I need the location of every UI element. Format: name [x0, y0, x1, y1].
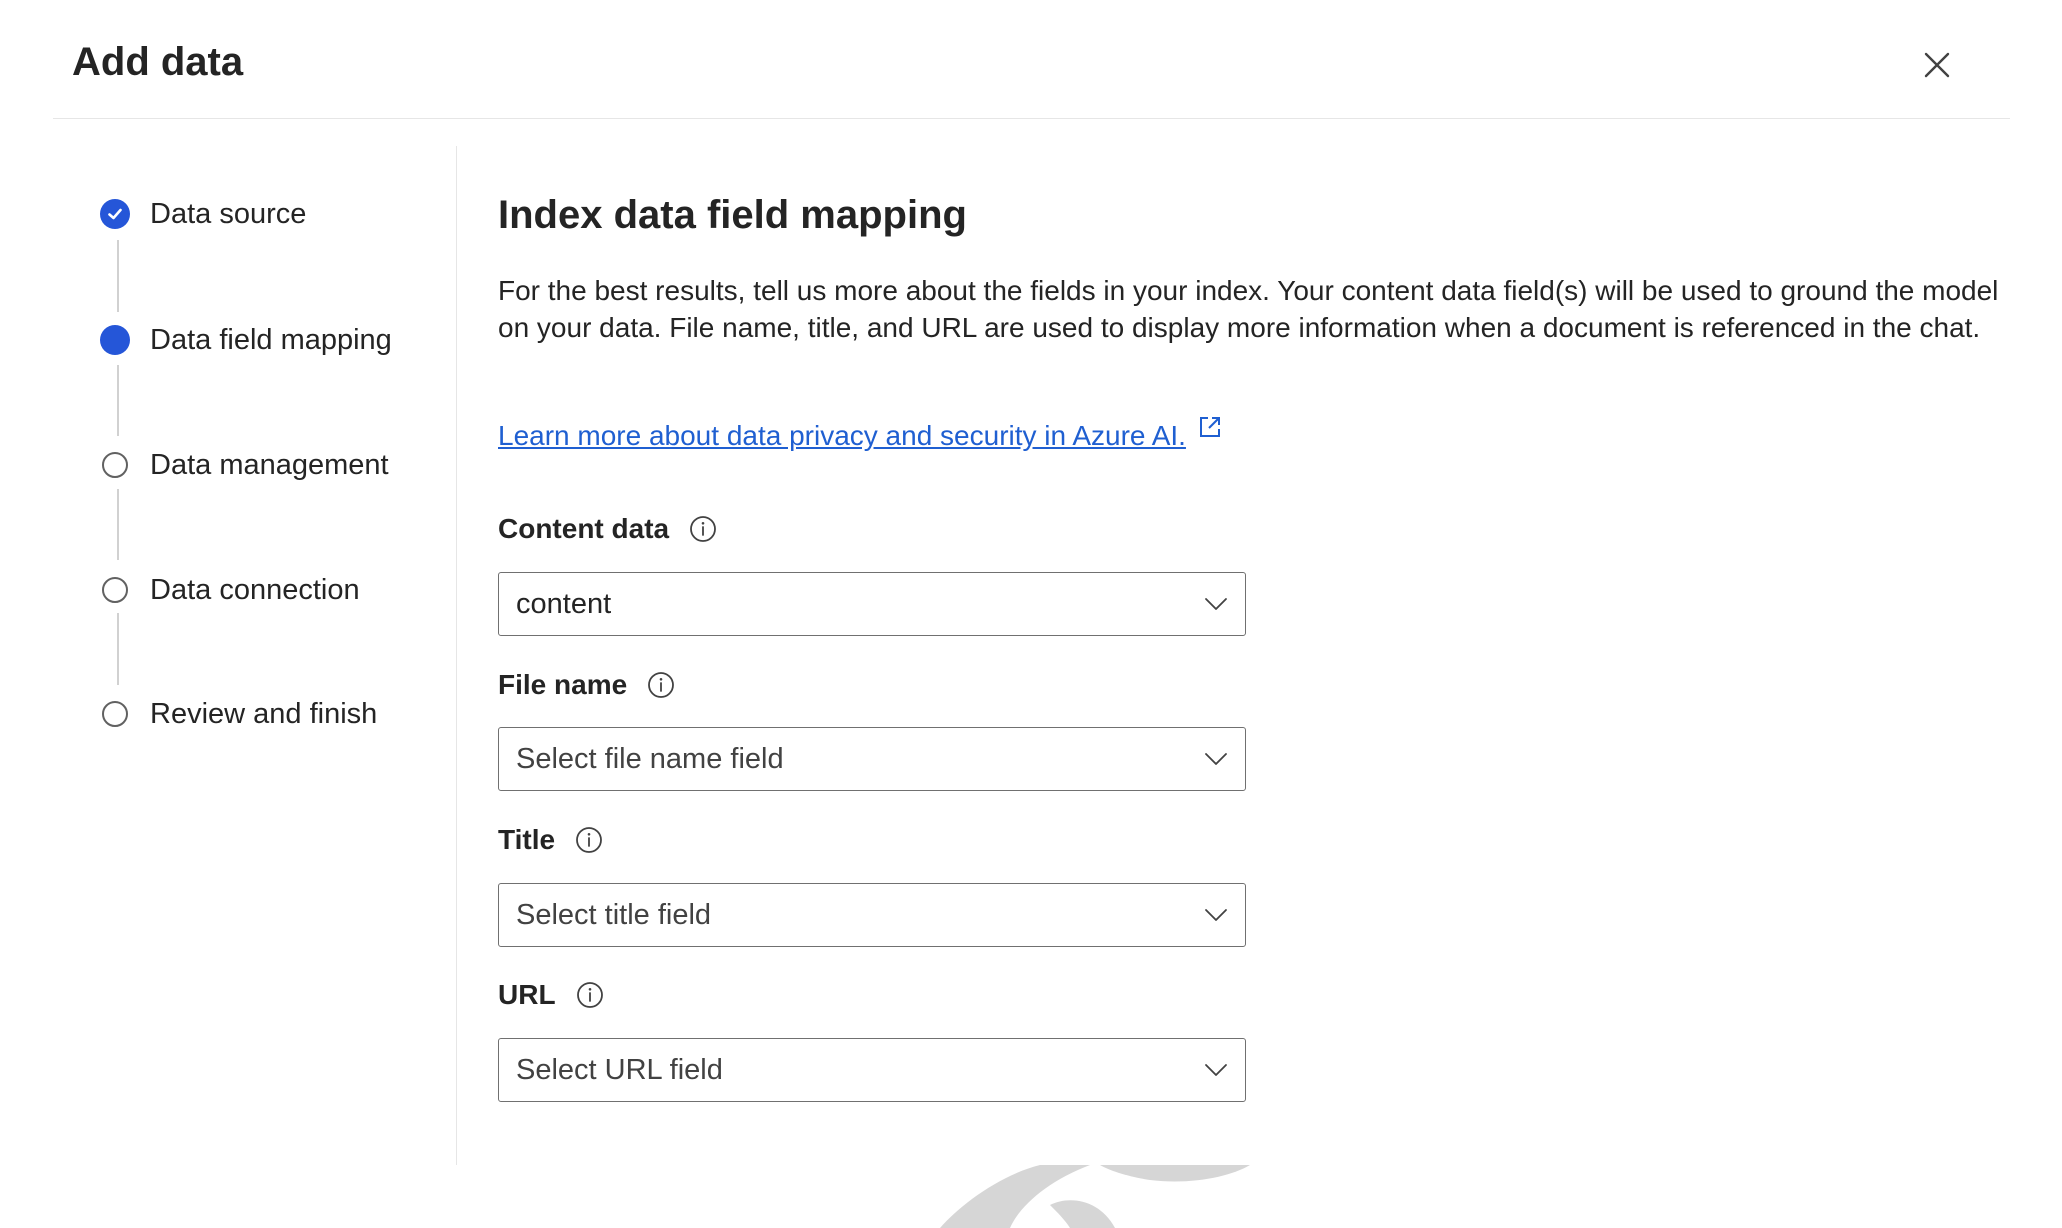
info-icon[interactable]	[575, 826, 603, 854]
url-dropdown[interactable]: Select URL field	[498, 1038, 1246, 1102]
description-text: For the best results, tell us more about…	[498, 275, 1999, 343]
step-label: Data source	[150, 197, 307, 230]
empty-circle-icon	[102, 452, 128, 478]
header-divider	[53, 118, 2010, 119]
open-external-icon	[1198, 410, 1222, 450]
field-label-text: Content data	[498, 513, 670, 544]
title-label: Title	[498, 822, 603, 858]
chevron-down-icon	[1201, 1055, 1231, 1085]
content-data-dropdown[interactable]: content	[498, 572, 1246, 636]
step-label: Data management	[150, 448, 389, 481]
watermark-graphic	[940, 1165, 1260, 1228]
learn-more-link[interactable]: Learn more about data privacy and securi…	[498, 416, 1222, 456]
empty-circle-icon	[102, 701, 128, 727]
url-label: URL	[498, 977, 604, 1013]
step-label: Review and finish	[150, 697, 378, 730]
info-icon[interactable]	[576, 981, 604, 1009]
step-connector	[117, 365, 119, 436]
dropdown-value: content	[516, 587, 612, 620]
close-icon	[1924, 52, 1950, 78]
dropdown-placeholder: Select title field	[516, 898, 712, 931]
empty-circle-icon	[102, 577, 128, 603]
chevron-down-icon	[1201, 589, 1231, 619]
info-icon[interactable]	[647, 671, 675, 699]
filled-circle-icon	[100, 325, 130, 355]
field-label-text: File name	[498, 669, 628, 700]
step-label: Data connection	[150, 573, 360, 606]
step-review-and-finish[interactable]: Review and finish	[100, 692, 377, 736]
step-data-management[interactable]: Data management	[100, 443, 389, 487]
field-label-text: URL	[498, 979, 556, 1010]
step-connector	[117, 240, 119, 312]
step-data-source[interactable]: Data source	[100, 192, 306, 236]
step-data-field-mapping[interactable]: Data field mapping	[100, 318, 392, 362]
step-connector	[117, 613, 119, 685]
learn-more-link-text: Learn more about data privacy and securi…	[498, 420, 1186, 451]
sidebar-divider	[456, 146, 457, 1165]
info-icon[interactable]	[689, 515, 717, 543]
close-button[interactable]	[1914, 42, 1960, 88]
step-connector	[117, 489, 119, 560]
dialog-header: Add data	[0, 0, 2062, 119]
file-name-dropdown[interactable]: Select file name field	[498, 727, 1246, 791]
checkmark-circle-icon	[100, 199, 130, 229]
chevron-down-icon	[1201, 900, 1231, 930]
dropdown-placeholder: Select file name field	[516, 742, 784, 775]
file-name-label: File name	[498, 667, 675, 703]
field-label-text: Title	[498, 824, 556, 855]
content-data-label: Content data	[498, 511, 717, 547]
step-label: Data field mapping	[150, 323, 392, 356]
title-dropdown[interactable]: Select title field	[498, 883, 1246, 947]
page-title: Index data field mapping	[498, 193, 967, 237]
dropdown-placeholder: Select URL field	[516, 1053, 723, 1086]
chevron-down-icon	[1201, 744, 1231, 774]
step-data-connection[interactable]: Data connection	[100, 568, 360, 612]
dialog-title: Add data	[72, 40, 244, 84]
